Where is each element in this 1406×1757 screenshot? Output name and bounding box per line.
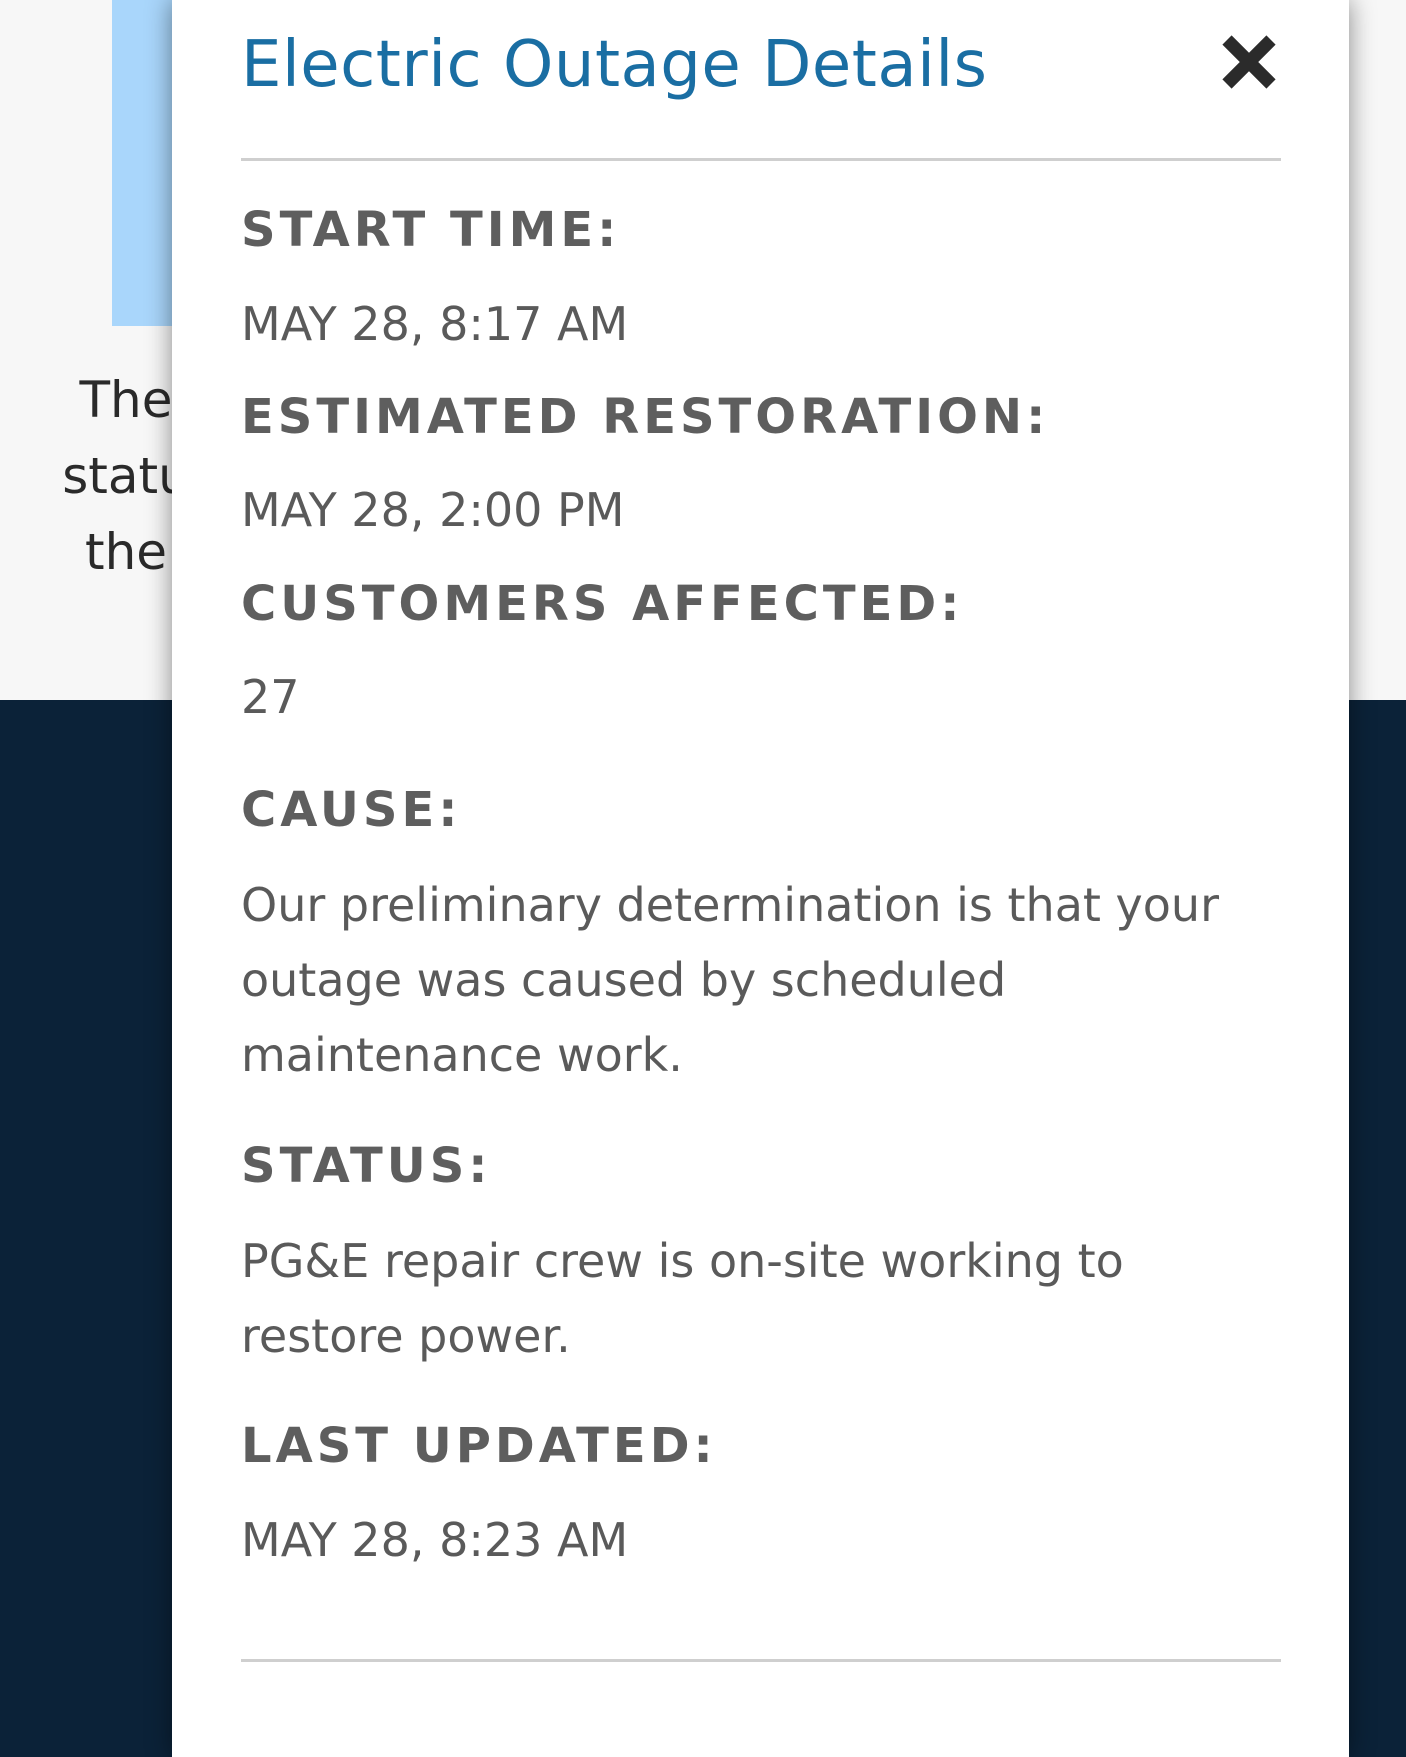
modal-header: Electric Outage Details xyxy=(241,22,1281,114)
cause-value: Our preliminary determination is that yo… xyxy=(241,878,1219,1082)
cause-label: CAUSE: xyxy=(241,782,462,838)
close-button[interactable] xyxy=(1217,30,1281,94)
estimated-restoration-value: MAY 28, 2:00 PM xyxy=(241,483,625,537)
estimated-restoration-label: ESTIMATED RESTORATION: xyxy=(241,389,1050,445)
close-icon[interactable] xyxy=(1219,32,1279,92)
last-updated-label: LAST UPDATED: xyxy=(241,1418,717,1474)
modal-title: Electric Outage Details xyxy=(241,28,988,102)
header-divider xyxy=(241,158,1281,161)
footer-divider xyxy=(241,1659,1281,1662)
status-value: PG&E repair crew is on-site working to r… xyxy=(241,1234,1124,1363)
last-updated-value: MAY 28, 8:23 AM xyxy=(241,1513,629,1567)
customers-affected-label: CUSTOMERS AFFECTED: xyxy=(241,576,964,632)
customers-affected-value: 27 xyxy=(241,670,300,724)
outage-details-modal: Electric Outage Details START TIME: MAY … xyxy=(172,0,1349,1757)
status-label: STATUS: xyxy=(241,1138,492,1194)
start-time-label: START TIME: xyxy=(241,202,621,258)
start-time-value: MAY 28, 8:17 AM xyxy=(241,297,629,351)
